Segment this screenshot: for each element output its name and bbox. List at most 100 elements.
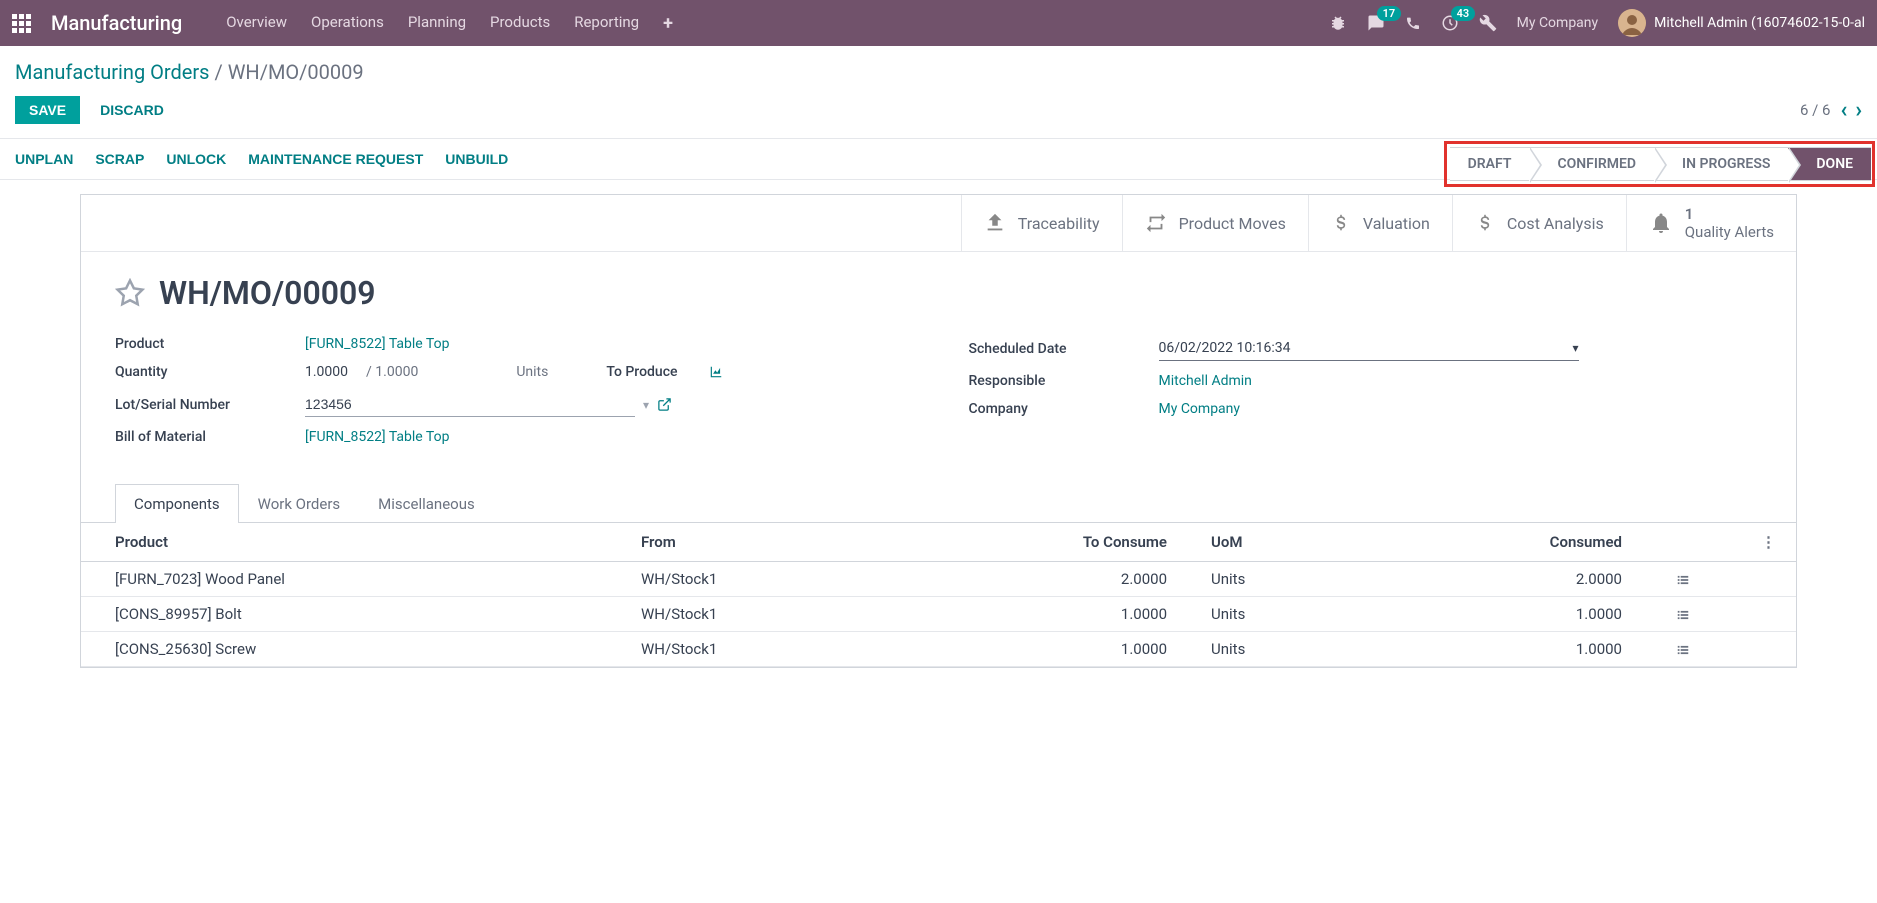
unlock-button[interactable]: UNLOCK	[166, 151, 226, 167]
tab-miscellaneous[interactable]: Miscellaneous	[359, 484, 494, 523]
bell-icon	[1649, 211, 1673, 235]
scheduled-date-field[interactable]: 06/02/2022 10:16:34 ▾	[1159, 336, 1579, 361]
product-value[interactable]: [FURN_8522] Table Top	[305, 336, 449, 352]
save-button[interactable]: SAVE	[15, 96, 80, 124]
to-produce-label: To Produce	[606, 364, 677, 380]
stat-valuation-label: Valuation	[1363, 214, 1430, 233]
external-link-icon[interactable]	[657, 397, 672, 413]
user-name: Mitchell Admin (16074602-15-0-al	[1654, 15, 1865, 31]
transfer-icon	[1145, 212, 1167, 234]
nav-products[interactable]: Products	[490, 13, 550, 34]
components-table: Product From To Consume UoM Consumed ⋮ […	[81, 523, 1796, 667]
cell-uom: Units	[1201, 632, 1446, 667]
apps-icon[interactable]	[12, 14, 31, 33]
stat-quality-alerts-count: 1	[1685, 205, 1774, 223]
stat-traceability[interactable]: Traceability	[961, 195, 1122, 251]
stat-traceability-label: Traceability	[1018, 214, 1100, 233]
cell-to-consume: 1.0000	[991, 632, 1201, 667]
cell-product: [FURN_7023] Wood Panel	[81, 562, 641, 597]
tab-work-orders[interactable]: Work Orders	[239, 484, 360, 523]
kebab-icon[interactable]: ⋮	[1761, 533, 1776, 551]
status-draft[interactable]: DRAFT	[1450, 147, 1530, 181]
tab-components[interactable]: Components	[115, 484, 239, 523]
app-title[interactable]: Manufacturing	[51, 11, 182, 35]
table-row[interactable]: [CONS_25630] ScrewWH/Stock11.0000Units1.…	[81, 632, 1796, 667]
activity-icon[interactable]: 43	[1441, 14, 1459, 32]
stat-product-moves[interactable]: Product Moves	[1122, 195, 1308, 251]
bug-icon[interactable]	[1329, 14, 1347, 32]
caret-down-icon: ▾	[1572, 341, 1578, 355]
breadcrumb-parent[interactable]: Manufacturing Orders	[15, 60, 210, 84]
arrow-up-icon	[984, 212, 1006, 234]
unbuild-button[interactable]: UNBUILD	[445, 151, 508, 167]
statusbar-highlight: DRAFT CONFIRMED IN PROGRESS DONE	[1444, 141, 1875, 187]
lot-label: Lot/Serial Number	[115, 397, 305, 413]
company-value[interactable]: My Company	[1159, 401, 1241, 417]
detailed-list-icon[interactable]	[1675, 570, 1691, 588]
form-sheet: Traceability Product Moves Valuation Cos…	[80, 194, 1797, 668]
quantity-label: Quantity	[115, 364, 305, 380]
company-name[interactable]: My Company	[1517, 15, 1599, 31]
caret-down-icon[interactable]: ▾	[643, 398, 649, 412]
dollar-icon	[1475, 211, 1495, 235]
th-product: Product	[81, 523, 641, 562]
th-from: From	[641, 523, 991, 562]
messaging-badge: 17	[1377, 6, 1402, 21]
quantity-uom: Units	[516, 364, 548, 380]
stat-quality-alerts[interactable]: 1 Quality Alerts	[1626, 195, 1796, 251]
scheduled-value: 06/02/2022 10:16:34	[1159, 340, 1291, 356]
stat-quality-alerts-label: Quality Alerts	[1685, 223, 1774, 241]
status-in-progress[interactable]: IN PROGRESS	[1654, 147, 1788, 181]
status-confirmed[interactable]: CONFIRMED	[1529, 147, 1654, 181]
avatar	[1618, 9, 1646, 37]
nav-planning[interactable]: Planning	[408, 13, 466, 34]
cell-product: [CONS_25630] Screw	[81, 632, 641, 667]
lot-input[interactable]	[305, 392, 635, 417]
table-row[interactable]: [CONS_89957] BoltWH/Stock11.0000Units1.0…	[81, 597, 1796, 632]
stat-cost-analysis[interactable]: Cost Analysis	[1452, 195, 1626, 251]
forecast-chart-icon[interactable]	[708, 364, 724, 380]
cell-uom: Units	[1201, 562, 1446, 597]
nav-overview[interactable]: Overview	[226, 13, 287, 34]
phone-icon[interactable]	[1405, 15, 1421, 31]
scrap-button[interactable]: SCRAP	[95, 151, 144, 167]
messaging-icon[interactable]: 17	[1367, 14, 1385, 32]
detailed-list-icon[interactable]	[1675, 640, 1691, 658]
cell-product: [CONS_89957] Bolt	[81, 597, 641, 632]
dollar-icon	[1331, 211, 1351, 235]
star-icon[interactable]	[115, 278, 145, 308]
stat-valuation[interactable]: Valuation	[1308, 195, 1452, 251]
pager-next-icon[interactable]: ›	[1855, 98, 1862, 123]
th-consumed: Consumed	[1446, 523, 1656, 562]
nav-operations[interactable]: Operations	[311, 13, 384, 34]
cell-to-consume: 2.0000	[991, 562, 1201, 597]
user-menu[interactable]: Mitchell Admin (16074602-15-0-al	[1618, 9, 1865, 37]
pager-prev-icon[interactable]: ‹	[1840, 98, 1847, 123]
cell-from: WH/Stock1	[641, 597, 991, 632]
activity-badge: 43	[1451, 6, 1476, 21]
scheduled-label: Scheduled Date	[969, 341, 1159, 357]
responsible-label: Responsible	[969, 373, 1159, 389]
unplan-button[interactable]: UNPLAN	[15, 151, 73, 167]
tools-icon[interactable]	[1479, 14, 1497, 32]
record-title: WH/MO/00009	[159, 274, 376, 312]
product-label: Product	[115, 336, 305, 352]
cell-consumed: 1.0000	[1446, 597, 1656, 632]
plus-icon[interactable]: +	[663, 13, 673, 34]
maintenance-request-button[interactable]: MAINTENANCE REQUEST	[248, 151, 423, 167]
cell-consumed: 1.0000	[1446, 632, 1656, 667]
th-to-consume: To Consume	[991, 523, 1201, 562]
quantity-of: / 1.0000	[366, 364, 418, 380]
nav-reporting[interactable]: Reporting	[574, 13, 639, 34]
quantity-value: 1.0000	[305, 364, 348, 380]
cell-from: WH/Stock1	[641, 562, 991, 597]
responsible-value[interactable]: Mitchell Admin	[1159, 373, 1252, 389]
pager-text: 6 / 6	[1800, 101, 1831, 119]
discard-button[interactable]: DISCARD	[90, 96, 174, 124]
table-row[interactable]: [FURN_7023] Wood PanelWH/Stock12.0000Uni…	[81, 562, 1796, 597]
statusbar: DRAFT CONFIRMED IN PROGRESS DONE	[1450, 147, 1871, 181]
th-uom: UoM	[1201, 523, 1446, 562]
bom-value[interactable]: [FURN_8522] Table Top	[305, 429, 449, 445]
breadcrumb: Manufacturing Orders / WH/MO/00009	[15, 60, 364, 84]
detailed-list-icon[interactable]	[1675, 605, 1691, 623]
